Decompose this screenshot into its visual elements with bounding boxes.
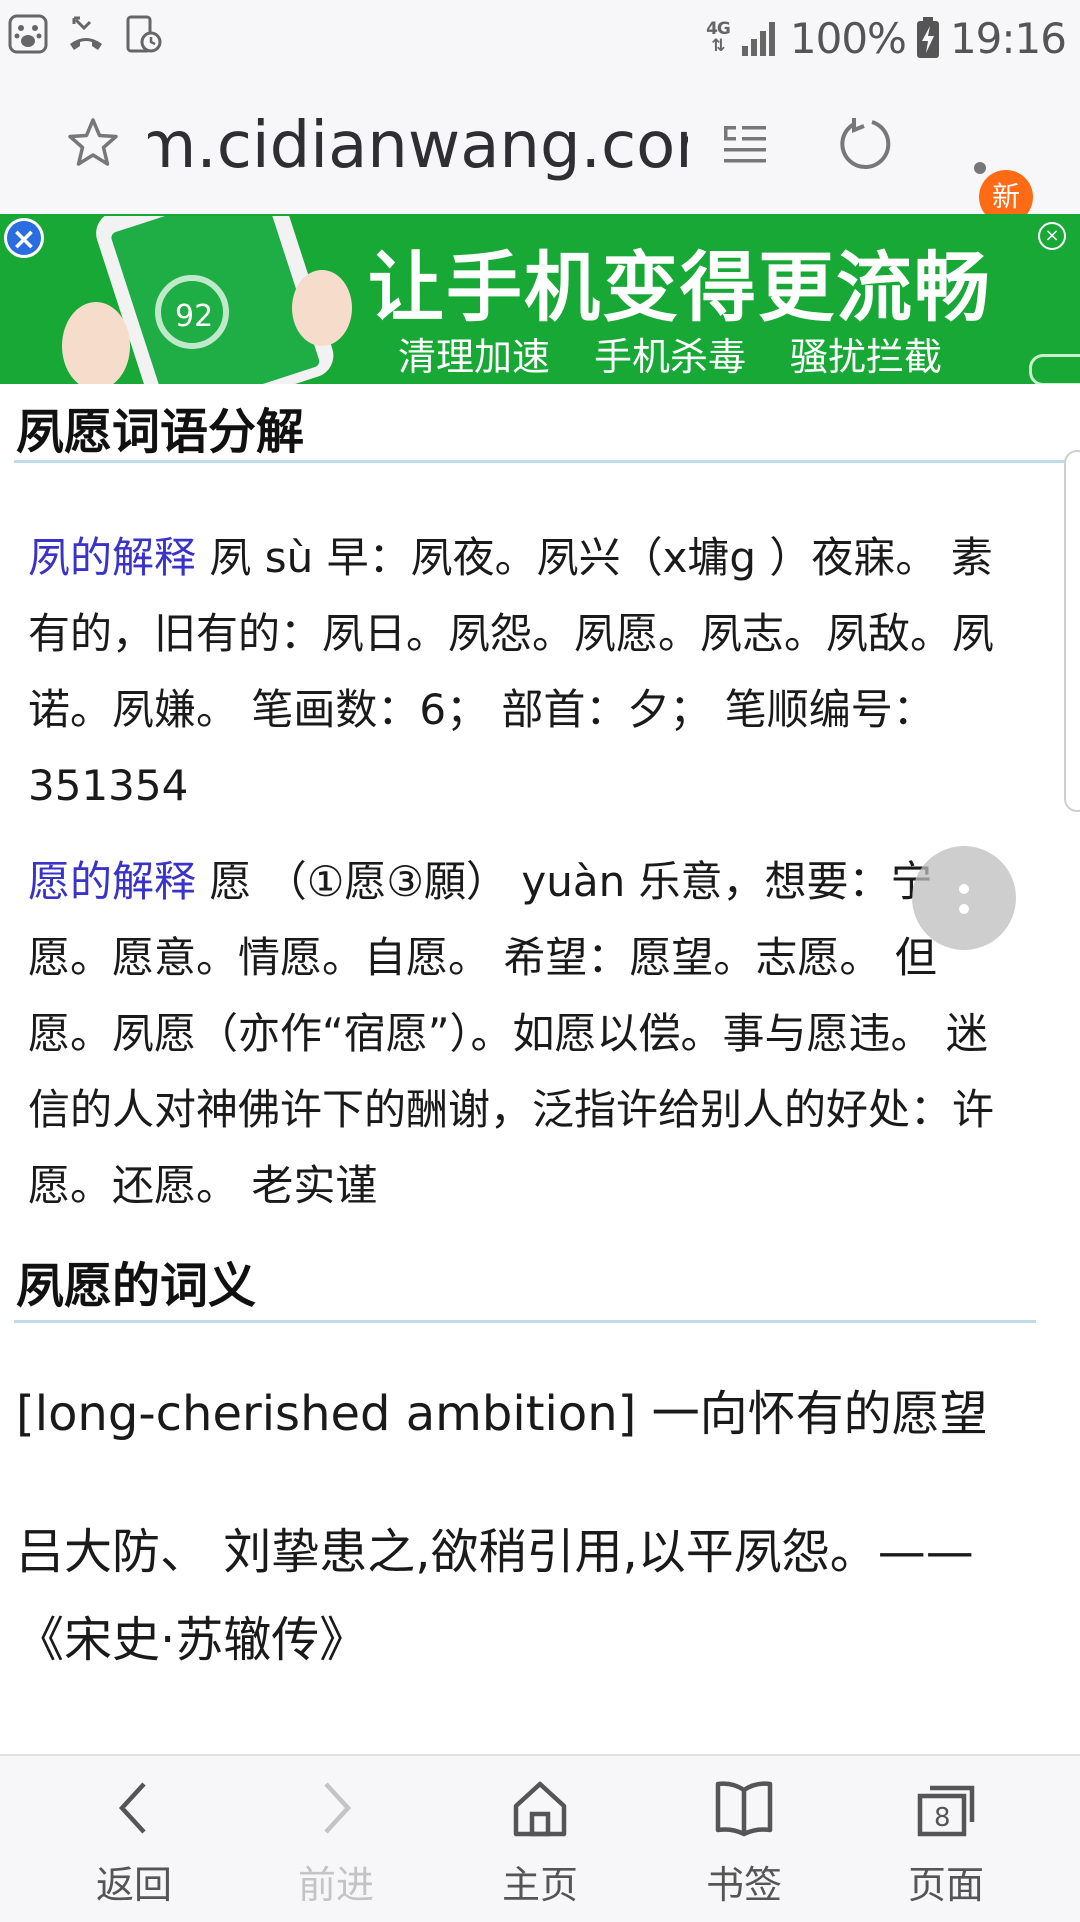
missed-call-icon xyxy=(70,16,102,50)
nav-tabs-label: 页面 xyxy=(907,1863,984,1907)
para-line: 诺。夙嫌。 笔画数：6； 部首：夕； 笔顺编号： xyxy=(28,685,935,734)
para-line: 愿。愿意。情愿。自愿。 希望：愿望。志愿。 但 xyxy=(28,933,937,982)
section-divider xyxy=(14,1320,1036,1323)
section-title-meaning: 夙愿的词义 xyxy=(16,1258,257,1314)
nav-forward-label: 前进 xyxy=(297,1863,374,1907)
forward-arrow-icon xyxy=(324,1782,352,1834)
ad-close-button[interactable]: × xyxy=(4,218,44,258)
ad-banner[interactable]: 92 × × 让手机变得更流畅 清理加速 手机杀毒 骚扰拦截 xyxy=(0,214,1080,384)
url-field[interactable]: m.cidianwang.com xyxy=(148,98,688,194)
dot-icon xyxy=(959,904,969,914)
tabs-icon: 8 xyxy=(917,1785,975,1837)
nav-back-button[interactable]: 返回 xyxy=(34,1756,234,1922)
ad-toggle-pill xyxy=(1029,354,1080,384)
phone-score: 92 xyxy=(175,299,213,334)
network-type: 4G ⇅ xyxy=(706,19,731,56)
para-line: 信的人对神佛许下的酬谢，泛指许给别人的好处：许 xyxy=(28,1085,995,1134)
system-status: 4G ⇅ 100% 19:16 xyxy=(706,8,1067,68)
ad-feature: 手机杀毒 xyxy=(594,335,747,379)
ad-features: 清理加速 手机杀毒 骚扰拦截 xyxy=(398,326,942,381)
nav-home-label: 主页 xyxy=(501,1863,578,1907)
signal-icon xyxy=(741,22,775,56)
dot-icon xyxy=(959,884,969,894)
nav-back-label: 返回 xyxy=(95,1863,172,1907)
definition-paragraph-su: 夙的解释 夙 sù 早：夙夜。夙兴（x墉g ）夜寐。 素 有的，旧有的：夙日。夙… xyxy=(28,520,1080,824)
nav-forward-button[interactable]: 前进 xyxy=(236,1756,436,1922)
nav-bookmarks-label: 书签 xyxy=(705,1863,782,1907)
bookmark-star-icon[interactable] xyxy=(66,116,120,170)
screen-timer-icon xyxy=(126,15,162,53)
ad-feature: 清理加速 xyxy=(398,335,551,379)
para-line: 夙的解释 夙 sù 早：夙夜。夙兴（x墉g ）夜寐。 素 xyxy=(28,520,1080,596)
ad-feature: 骚扰拦截 xyxy=(790,335,943,379)
reader-mode-icon[interactable] xyxy=(722,122,768,168)
browser-bottom-nav: 返回 前进 主页 书签 8 页面 xyxy=(0,1754,1080,1922)
ad-headline: 让手机变得更流畅 xyxy=(368,243,992,332)
english-definition: [long-cherished ambition] 一向怀有的愿望 xyxy=(16,1386,988,1442)
para-line: 愿。还愿。 老实谨 xyxy=(28,1161,378,1210)
nav-tabs-button[interactable]: 8 页面 xyxy=(846,1756,1046,1922)
side-scroll-handle[interactable] xyxy=(1064,450,1080,812)
ad-dismiss-icon[interactable]: × xyxy=(1038,222,1066,250)
section-title-decomposition: 夙愿词语分解 xyxy=(16,404,305,460)
su-definition-link[interactable]: 夙的解释 xyxy=(28,533,196,582)
yuan-definition-link[interactable]: 愿的解释 xyxy=(28,857,196,906)
network-label: 4G xyxy=(706,19,731,39)
para-line: 愿。夙愿（亦作“宿愿”）。如愿以偿。事与愿违。 迷 xyxy=(28,1009,988,1058)
section-divider xyxy=(14,460,1080,463)
para-line: 有的，旧有的：夙日。夙怨。夙愿。夙志。夙敌。夙 xyxy=(28,609,995,658)
nav-bookmarks-button[interactable]: 书签 xyxy=(644,1756,844,1922)
clock: 19:16 xyxy=(949,13,1067,63)
baidu-app-icon xyxy=(8,14,48,54)
quote-source: 《宋史·苏辙传》 xyxy=(16,1612,368,1668)
book-icon xyxy=(715,1781,773,1837)
home-icon xyxy=(513,1781,567,1837)
refresh-icon[interactable] xyxy=(838,116,894,172)
floating-assist-button[interactable] xyxy=(912,846,1016,950)
battery-charging-icon xyxy=(916,17,939,58)
para-text: 愿 （①愿③願） yuàn 乐意，想要：宁 xyxy=(196,857,933,906)
nav-home-button[interactable]: 主页 xyxy=(440,1756,640,1922)
phone-illustration: 92 xyxy=(62,216,352,384)
tab-count: 8 xyxy=(934,1803,951,1833)
notification-icons xyxy=(8,14,164,54)
quote-line: 吕大防、 刘挚患之,欲稍引用,以平夙怨。—— xyxy=(16,1524,974,1580)
back-arrow-icon xyxy=(118,1782,146,1834)
para-line: 351354 xyxy=(28,761,189,810)
para-text: 夙 sù 早：夙夜。夙兴（x墉g ）夜寐。 素 xyxy=(196,533,993,582)
browser-url-bar: m.cidianwang.com 新 xyxy=(0,76,1080,224)
battery-percent: 100% xyxy=(789,13,907,63)
status-bar: 4G ⇅ 100% 19:16 xyxy=(0,0,1080,76)
